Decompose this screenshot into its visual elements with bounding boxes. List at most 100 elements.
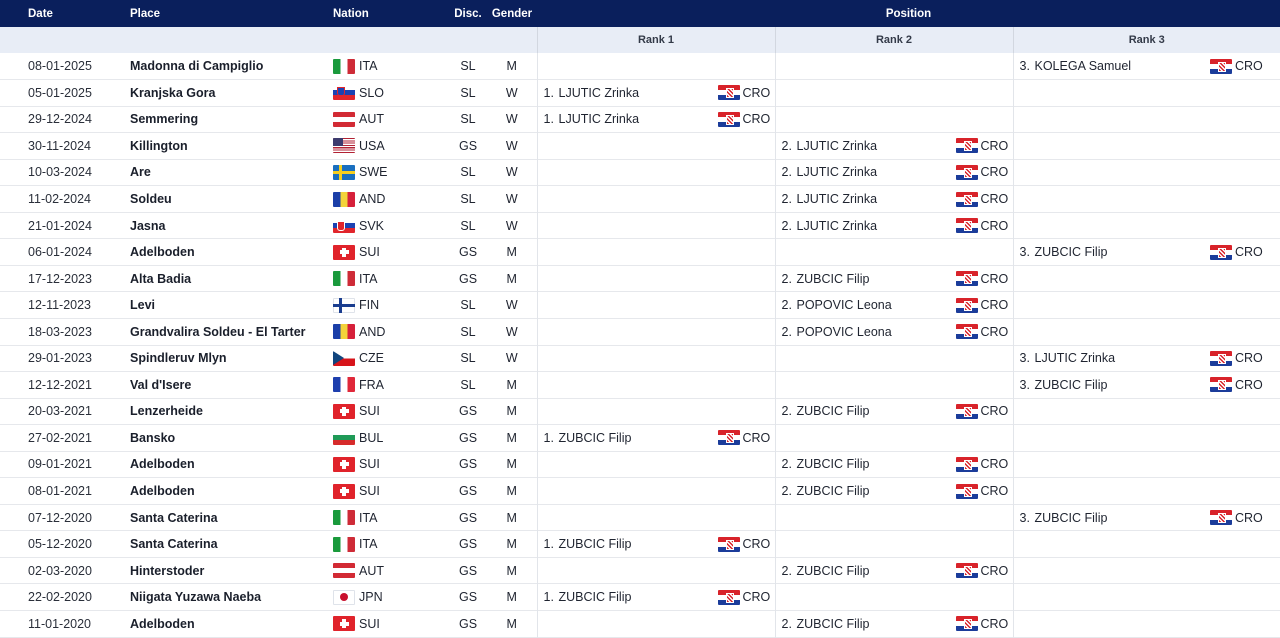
- race-place[interactable]: Adelboden: [125, 239, 330, 266]
- table-row[interactable]: 11-01-2020 Adelboden SUI GS M 2. ZUBCIC …: [0, 610, 1280, 638]
- race-place[interactable]: Adelboden: [125, 610, 330, 637]
- rank1-cell-empty: [536, 557, 775, 584]
- race-place[interactable]: Val d'Isere: [125, 372, 330, 399]
- nation-code: ITA: [359, 510, 378, 525]
- table-row[interactable]: 09-01-2021 Adelboden SUI GS M 2. ZUBCIC …: [0, 451, 1280, 478]
- col-header-position: Position: [885, 7, 932, 20]
- table-row[interactable]: 06-01-2024 Adelboden SUI GS M 3. ZUBCIC …: [0, 238, 1280, 266]
- race-place[interactable]: Madonna di Campiglio: [125, 53, 330, 80]
- race-place[interactable]: Levi: [125, 292, 330, 319]
- table-row[interactable]: 29-12-2024 Semmering AUT SL W 1. LJUTIC …: [0, 106, 1280, 133]
- table-body: 08-01-2025 Madonna di Campiglio ITA SL M…: [0, 53, 1280, 638]
- athlete-name[interactable]: LJUTIC Zrinka: [559, 86, 718, 100]
- and-flag-icon: [333, 324, 355, 340]
- athlete-name[interactable]: ZUBCIC Filip: [559, 537, 718, 551]
- table-row[interactable]: 12-12-2021 Val d'Isere FRA SL M 3. ZUBCI…: [0, 371, 1280, 399]
- col-header-nation[interactable]: Nation: [330, 0, 435, 27]
- athlete-name[interactable]: ZUBCIC Filip: [559, 431, 718, 445]
- col-header-place[interactable]: Place: [125, 0, 330, 27]
- nation-code: ITA: [359, 59, 378, 74]
- race-place[interactable]: Adelboden: [125, 451, 330, 478]
- race-place[interactable]: Hinterstoder: [125, 557, 330, 584]
- table-row[interactable]: 11-02-2024 Soldeu AND SL W 2. LJUTIC Zri…: [0, 185, 1280, 213]
- athlete-name[interactable]: LJUTIC Zrinka: [559, 112, 718, 126]
- croatia-flag-icon: [955, 324, 978, 340]
- table-row[interactable]: 27-02-2021 Bansko BUL GS M 1. ZUBCIC Fil…: [0, 424, 1280, 452]
- race-place[interactable]: Grandvalira Soldeu - El Tarter: [125, 318, 330, 345]
- header-row: Date Place Nation Disc. Gender Position: [0, 0, 1280, 27]
- athlete-name[interactable]: ZUBCIC Filip: [1035, 511, 1211, 525]
- col-header-disc[interactable]: Disc.: [435, 0, 487, 27]
- athlete-country: CRO: [980, 616, 1009, 631]
- athlete-name[interactable]: ZUBCIC Filip: [797, 617, 956, 631]
- race-place[interactable]: Soldeu: [125, 186, 330, 213]
- table-row[interactable]: 30-11-2024 Killington USA GS W 2. LJUTIC…: [0, 132, 1280, 160]
- rank1-cell: 1. ZUBCIC Filip CRO: [536, 583, 775, 611]
- discipline: GS: [458, 457, 478, 472]
- athlete-name[interactable]: KOLEGA Samuel: [1035, 59, 1211, 73]
- rank3-cell: 3. KOLEGA Samuel CRO: [1012, 53, 1280, 80]
- nation-code: AND: [359, 324, 386, 339]
- athlete-name[interactable]: ZUBCIC Filip: [797, 484, 956, 498]
- athlete-name[interactable]: POPOVIC Leona: [797, 298, 956, 312]
- athlete-name[interactable]: ZUBCIC Filip: [1035, 245, 1211, 259]
- cze-flag-icon: [333, 350, 355, 366]
- race-place[interactable]: Are: [125, 159, 330, 186]
- rank1-cell-empty: [536, 291, 775, 319]
- host-nation: ITA: [330, 265, 435, 292]
- table-row[interactable]: 29-01-2023 Spindleruv Mlyn CZE SL W 3. L…: [0, 345, 1280, 372]
- athlete-country: CRO: [980, 404, 1009, 419]
- col-header-rank3[interactable]: Rank 3: [1012, 27, 1280, 53]
- athlete-name[interactable]: ZUBCIC Filip: [797, 404, 956, 418]
- ita-flag-icon: [333, 536, 355, 552]
- table-row[interactable]: 22-02-2020 Niigata Yuzawa Naeba JPN GS M…: [0, 583, 1280, 611]
- race-place[interactable]: Jasna: [125, 212, 330, 239]
- col-header-rank2[interactable]: Rank 2: [774, 27, 1013, 53]
- col-header-gender[interactable]: Gender: [487, 0, 537, 27]
- table-row[interactable]: 05-01-2025 Kranjska Gora SLO SL W 1. LJU…: [0, 79, 1280, 107]
- race-place[interactable]: Spindleruv Mlyn: [125, 345, 330, 372]
- athlete-name[interactable]: ZUBCIC Filip: [559, 590, 718, 604]
- croatia-flag-icon: [955, 563, 978, 579]
- table-row[interactable]: 05-12-2020 Santa Caterina ITA GS M 1. ZU…: [0, 530, 1280, 558]
- athlete-name[interactable]: ZUBCIC Filip: [1035, 378, 1211, 392]
- race-place[interactable]: Alta Badia: [125, 265, 330, 292]
- table-row[interactable]: 21-01-2024 Jasna SVK SL W 2. LJUTIC Zrin…: [0, 212, 1280, 239]
- athlete-name[interactable]: ZUBCIC Filip: [797, 272, 956, 286]
- discipline: GS: [458, 271, 478, 286]
- athlete-name[interactable]: ZUBCIC Filip: [797, 564, 956, 578]
- gender: W: [505, 85, 518, 100]
- athlete-name[interactable]: LJUTIC Zrinka: [797, 219, 956, 233]
- athlete-name[interactable]: POPOVIC Leona: [797, 325, 956, 339]
- athlete-name[interactable]: ZUBCIC Filip: [797, 457, 956, 471]
- table-row[interactable]: 02-03-2020 Hinterstoder AUT GS M 2. ZUBC…: [0, 557, 1280, 584]
- table-row[interactable]: 10-03-2024 Are SWE SL W 2. LJUTIC Zrinka…: [0, 159, 1280, 186]
- athlete-name[interactable]: LJUTIC Zrinka: [797, 192, 956, 206]
- athlete-country: CRO: [742, 85, 771, 100]
- table-row[interactable]: 08-01-2021 Adelboden SUI GS M 2. ZUBCIC …: [0, 477, 1280, 505]
- table-row[interactable]: 20-03-2021 Lenzerheide SUI GS M 2. ZUBCI…: [0, 398, 1280, 425]
- race-place[interactable]: Santa Caterina: [125, 531, 330, 558]
- table-row[interactable]: 17-12-2023 Alta Badia ITA GS M 2. ZUBCIC…: [0, 265, 1280, 292]
- host-nation: BUL: [330, 425, 435, 452]
- table-row[interactable]: 18-03-2023 Grandvalira Soldeu - El Tarte…: [0, 318, 1280, 346]
- race-place[interactable]: Santa Caterina: [125, 504, 330, 531]
- col-header-rank1[interactable]: Rank 1: [536, 27, 775, 53]
- discipline: GS: [458, 510, 478, 525]
- col-header-date[interactable]: Date: [0, 0, 125, 27]
- race-place[interactable]: Lenzerheide: [125, 398, 330, 425]
- race-place[interactable]: Killington: [125, 133, 330, 160]
- rank3-cell-empty: [1012, 79, 1280, 107]
- sui-flag-icon: [333, 456, 355, 472]
- race-place[interactable]: Adelboden: [125, 478, 330, 505]
- athlete-name[interactable]: LJUTIC Zrinka: [797, 139, 956, 153]
- race-place[interactable]: Niigata Yuzawa Naeba: [125, 584, 330, 611]
- race-place[interactable]: Kranjska Gora: [125, 80, 330, 107]
- race-place[interactable]: Semmering: [125, 106, 330, 133]
- table-row[interactable]: 07-12-2020 Santa Caterina ITA GS M 3. ZU…: [0, 504, 1280, 531]
- table-row[interactable]: 08-01-2025 Madonna di Campiglio ITA SL M…: [0, 53, 1280, 80]
- race-place[interactable]: Bansko: [125, 425, 330, 452]
- table-row[interactable]: 12-11-2023 Levi FIN SL W 2. POPOVIC Leon…: [0, 291, 1280, 319]
- athlete-name[interactable]: LJUTIC Zrinka: [1035, 351, 1211, 365]
- athlete-name[interactable]: LJUTIC Zrinka: [797, 165, 956, 179]
